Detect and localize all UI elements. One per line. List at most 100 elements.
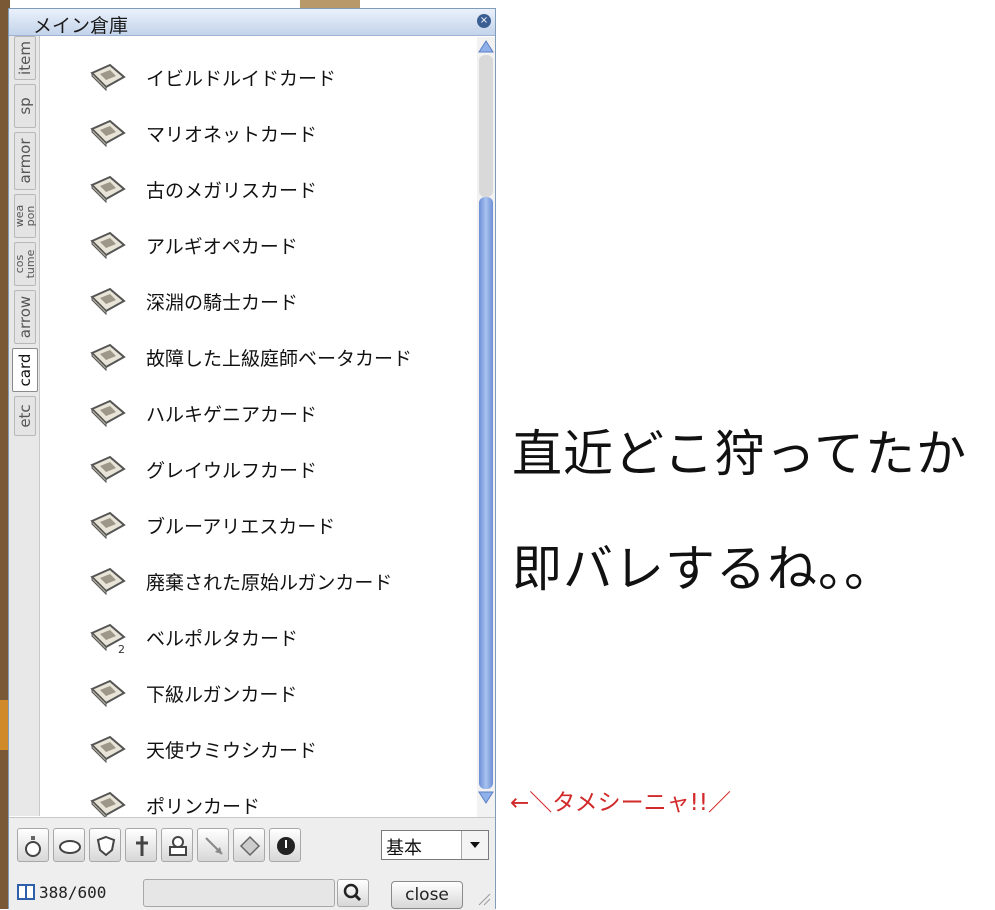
close-icon[interactable]: × [477, 14, 491, 28]
card-icon [90, 735, 126, 764]
search-button[interactable] [337, 879, 369, 907]
item-name: ハルキゲニアカード [146, 404, 318, 426]
item-name: ポリンカード [146, 796, 261, 818]
tab-label: etc [16, 404, 34, 428]
card-icon [90, 175, 126, 204]
item-name: アルギオペカード [146, 236, 298, 258]
arrow-icon [205, 837, 223, 855]
storage-item[interactable]: ベルポルタカード 2 [40, 609, 470, 665]
item-name: 深淵の騎士カード [146, 292, 299, 314]
scroll-track[interactable] [479, 55, 493, 197]
tab-label: card [16, 353, 34, 387]
book-icon [17, 884, 35, 900]
filter-weapon-button[interactable] [125, 828, 157, 862]
filter-arrow-button[interactable] [197, 828, 229, 862]
storage-item[interactable]: イビルドルイドカード [40, 49, 470, 105]
caption-line-1: 直近どこ狩ってたか [512, 425, 967, 483]
storage-item[interactable]: 深淵の騎士カード [40, 273, 470, 329]
card-icon [90, 399, 126, 428]
filter-toolbar: 基本 [9, 817, 495, 869]
status-bar: 388/600 close [9, 869, 495, 910]
filter-etc-button[interactable] [269, 828, 301, 862]
chevron-down-icon [470, 842, 480, 848]
window-title: メイン倉庫 [33, 15, 129, 37]
storage-item[interactable]: マリオネットカード [40, 105, 470, 161]
item-name: 故障した上級庭師ベータカード [146, 348, 413, 370]
scrollbar[interactable] [477, 37, 495, 817]
potion-icon [25, 836, 41, 857]
tab-label: sp [16, 97, 34, 115]
storage-item[interactable]: 故障した上級庭師ベータカード [40, 329, 470, 385]
filter-potion-button[interactable] [17, 828, 49, 862]
tab-weapon[interactable]: wea pon [13, 194, 37, 238]
tab-item[interactable]: item [14, 36, 36, 80]
item-name: 古のメガリスカード [146, 180, 318, 202]
card-icon [90, 287, 126, 316]
tab-label: wea pon [13, 204, 37, 228]
tab-label: arrow [16, 295, 34, 339]
tab-etc[interactable]: etc [14, 396, 36, 436]
shield-icon [96, 835, 116, 857]
storage-item[interactable]: 下級ルガンカード [40, 665, 470, 721]
scroll-up-icon[interactable] [477, 39, 495, 55]
item-name: グレイウルフカード [146, 460, 318, 482]
card-icon [90, 119, 126, 148]
storage-item[interactable]: アルギオペカード [40, 217, 470, 273]
scroll-thumb[interactable] [479, 197, 493, 789]
item-count: 2 [118, 643, 125, 656]
item-name: イビルドルイドカード [146, 68, 337, 90]
scroll-down-icon[interactable] [477, 789, 495, 805]
game-background-top [300, 0, 360, 8]
search-icon [343, 883, 362, 902]
item-name: 廃棄された原始ルガンカード [146, 572, 393, 594]
search-input[interactable] [143, 879, 335, 907]
filter-armor-button[interactable] [89, 828, 121, 862]
etc-icon [277, 837, 295, 855]
item-name: ブルーアリエスカード [146, 516, 336, 538]
card-icon [90, 63, 126, 92]
storage-item[interactable]: 古のメガリスカード [40, 161, 470, 217]
item-name: マリオネットカード [146, 124, 318, 146]
storage-item[interactable]: ハルキゲニアカード [40, 385, 470, 441]
sword-icon [136, 836, 148, 856]
item-name: ベルポルタカード [146, 628, 299, 650]
view-mode-select[interactable]: 基本 [381, 830, 489, 860]
tab-arrow[interactable]: arrow [14, 290, 36, 344]
tab-armor[interactable]: armor [14, 132, 36, 190]
dropdown-button[interactable] [461, 831, 488, 859]
annotation-text: ←＼タメシーニャ!!／ [510, 790, 732, 816]
card-icon [90, 455, 126, 484]
game-background-highlight [0, 700, 8, 750]
filter-accessory-button[interactable] [53, 828, 85, 862]
resize-grip-icon[interactable] [477, 892, 491, 906]
storage-window: メイン倉庫 × item sp armor wea pon cos tume arrow c… [8, 8, 496, 910]
filter-card-button[interactable] [233, 828, 265, 862]
storage-capacity: 388/600 [39, 883, 107, 902]
tab-label: armor [16, 138, 34, 184]
tab-label: item [16, 41, 34, 75]
tab-strip: item sp armor wea pon cos tume arrow card etc [9, 36, 40, 816]
oval-icon [59, 840, 81, 854]
filter-costume-button[interactable] [161, 828, 193, 862]
storage-item[interactable]: ブルーアリエスカード [40, 497, 470, 553]
title-bar[interactable]: メイン倉庫 × [9, 9, 495, 37]
storage-item[interactable]: 天使ウミウシカード [40, 721, 470, 777]
caption-line-2: 即バレするね。。 [512, 540, 895, 598]
card-icon [90, 343, 126, 372]
tab-card[interactable]: card [12, 348, 38, 392]
costume-icon [169, 836, 187, 856]
storage-item[interactable]: グレイウルフカード [40, 441, 470, 497]
card-icon [90, 231, 126, 260]
tab-costume[interactable]: cos tume [13, 242, 37, 286]
view-mode-value: 基本 [386, 838, 422, 859]
tab-sp[interactable]: sp [14, 84, 36, 128]
item-name: 下級ルガンカード [146, 684, 298, 706]
item-list: イビルドルイドカード マリオネットカード 古のメガリスカード アルギオペカード 深淵の騎… [40, 37, 476, 820]
card-icon [239, 835, 261, 857]
tab-label: cos tume [13, 249, 37, 279]
storage-item[interactable]: 廃棄された原始ルガンカード [40, 553, 470, 609]
card-icon [90, 679, 126, 708]
item-name: 天使ウミウシカード [146, 740, 318, 762]
card-icon [90, 511, 126, 540]
close-button[interactable]: close [391, 881, 463, 909]
